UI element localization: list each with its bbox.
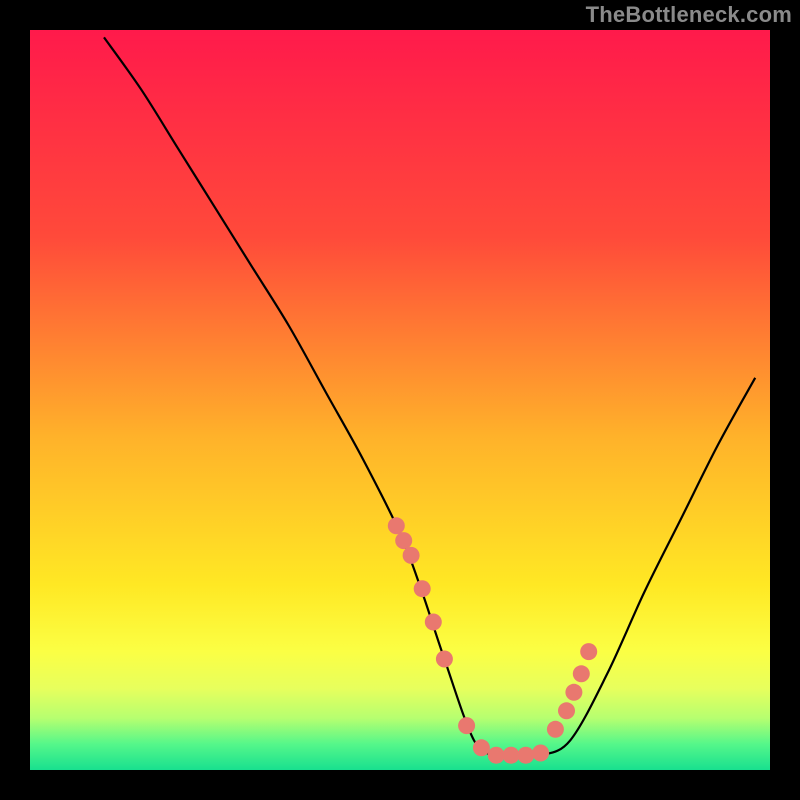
marker-dot — [425, 614, 442, 631]
marker-dot — [573, 665, 590, 682]
marker-dot — [532, 744, 549, 761]
marker-dot — [558, 702, 575, 719]
marker-dot — [547, 721, 564, 738]
marker-dot — [503, 747, 520, 764]
attribution-text: TheBottleneck.com — [586, 2, 792, 28]
marker-dot — [388, 517, 405, 534]
marker-dot — [414, 580, 431, 597]
marker-dot — [436, 651, 453, 668]
marker-dot — [580, 643, 597, 660]
marker-dot — [403, 547, 420, 564]
marker-dot — [517, 747, 534, 764]
bottleneck-chart — [0, 0, 800, 800]
marker-dot — [395, 532, 412, 549]
marker-dot — [565, 684, 582, 701]
marker-dot — [458, 717, 475, 734]
marker-dot — [473, 739, 490, 756]
chart-stage: TheBottleneck.com — [0, 0, 800, 800]
gradient-background — [30, 30, 770, 770]
marker-dot — [488, 747, 505, 764]
